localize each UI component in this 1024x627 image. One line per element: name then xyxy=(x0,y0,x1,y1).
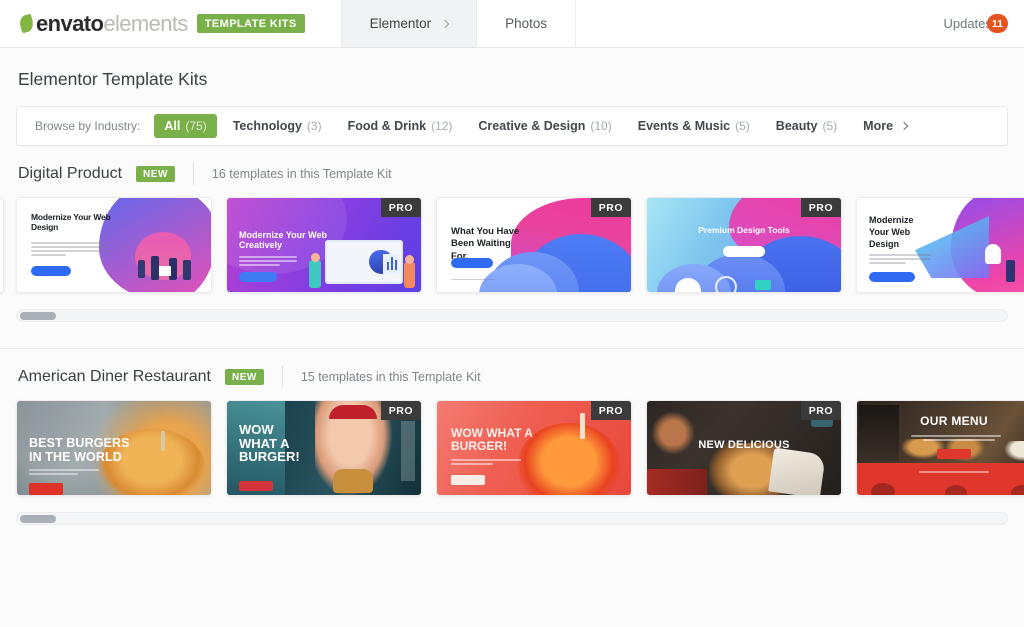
filter-chip-beauty-count: (5) xyxy=(822,119,838,133)
updates-link[interactable]: Updates xyxy=(943,16,991,31)
brand-logo[interactable]: envato elements TEMPLATE KITS xyxy=(0,0,319,47)
pro-badge: PRO xyxy=(380,198,421,217)
filter-chip-food-drink-count: (12) xyxy=(431,119,453,133)
filter-chip-events-music[interactable]: Events & Music (5) xyxy=(628,114,760,138)
pro-badge: PRO xyxy=(800,198,841,217)
filter-chip-technology-count: (3) xyxy=(306,119,322,133)
filter-intro-label: Browse by Industry: xyxy=(35,119,141,133)
template-heading: OUR MENU xyxy=(920,414,988,428)
industry-filter-bar: Browse by Industry: All (75) Technology … xyxy=(16,106,1008,146)
brand-envato-text: envato xyxy=(36,10,104,36)
filter-chip-technology-label: Technology xyxy=(232,119,302,133)
card-row-american-diner: BEST BURGERS IN THE WORLD PRO WOW WHAT A… xyxy=(0,400,1024,496)
filter-chip-food-drink-label: Food & Drink xyxy=(347,119,427,133)
divider xyxy=(281,366,283,388)
template-heading: Modernize Your Web Design xyxy=(869,215,914,250)
filter-chip-more-label: More xyxy=(863,119,894,133)
updates-count-badge: 11 xyxy=(986,14,1008,33)
template-kits-page: envato elements TEMPLATE KITS Elementor … xyxy=(0,0,1024,627)
brand-elements-text: elements xyxy=(103,10,188,36)
section-title: Digital Product xyxy=(18,165,123,182)
template-card[interactable]: Modernize Your Web Design xyxy=(16,197,212,293)
template-heading: WOW WHAT A BURGER! xyxy=(451,426,533,454)
filter-chip-creative-design-count: (10) xyxy=(590,119,612,133)
template-kits-badge: TEMPLATE KITS xyxy=(196,14,305,33)
template-heading: Modernize Your Web Design xyxy=(31,212,111,232)
scrollbar-thumb[interactable] xyxy=(20,312,56,320)
filter-chip-all-label: All xyxy=(164,119,181,133)
filter-chip-events-music-count: (5) xyxy=(735,119,750,133)
template-card[interactable]: BEST BURGERS IN THE WORLD xyxy=(16,400,212,496)
section-template-count: 15 templates in this Template Kit xyxy=(300,370,481,384)
template-heading: BEST BURGERS IN THE WORLD xyxy=(29,436,130,464)
chevron-right-icon xyxy=(440,19,450,28)
template-heading: Modernize Your Web Creatively xyxy=(239,230,328,251)
template-thumbnail: OUR MENU xyxy=(857,401,1024,495)
filter-chip-beauty-label: Beauty xyxy=(775,119,818,133)
filter-chip-technology[interactable]: Technology (3) xyxy=(223,114,332,138)
header-tabs: Elementor Photos xyxy=(340,0,577,47)
pro-badge: PRO xyxy=(590,401,631,420)
section-title: American Diner Restaurant xyxy=(18,368,211,385)
template-heading: NEW DELICIOUS xyxy=(698,439,790,451)
scrollbar-thumb[interactable] xyxy=(20,515,56,523)
horizontal-scrollbar-american-diner[interactable] xyxy=(16,512,1008,525)
tab-elementor[interactable]: Elementor xyxy=(340,0,478,47)
filter-chip-food-drink[interactable]: Food & Drink (12) xyxy=(338,114,463,138)
template-heading: Premium Design Tools xyxy=(698,225,790,235)
divider xyxy=(192,163,194,185)
tab-photos[interactable]: Photos xyxy=(477,0,577,47)
partial-card-left[interactable] xyxy=(0,197,4,293)
chevron-right-icon xyxy=(899,121,909,131)
section-header: American Diner Restaurant NEW 15 templat… xyxy=(0,349,1024,388)
app-header: envato elements TEMPLATE KITS Elementor … xyxy=(0,0,1024,48)
new-badge: NEW xyxy=(224,369,264,385)
template-card[interactable]: Modernize Your Web Design xyxy=(856,197,1024,293)
header-right: Updates 11 xyxy=(943,0,1024,47)
section-digital-product: Digital Product NEW 16 templates in this… xyxy=(0,146,1024,349)
pro-badge: PRO xyxy=(590,198,631,217)
filter-chip-creative-design[interactable]: Creative & Design (10) xyxy=(468,114,621,138)
template-heading: WOW WHAT A BURGER! xyxy=(239,422,300,465)
page-title: Elementor Template Kits xyxy=(18,69,208,89)
section-template-count: 16 templates in this Template Kit xyxy=(211,167,392,181)
template-card[interactable]: PRO NEW DELICIOUS xyxy=(646,400,842,496)
card-row-digital-product: Modernize Your Web Design PRO Modernize … xyxy=(0,197,1024,293)
template-card[interactable]: PRO WOW WHAT A BURGER! xyxy=(226,400,422,496)
pro-badge: PRO xyxy=(380,401,421,420)
new-badge: NEW xyxy=(136,166,175,182)
template-card[interactable]: OUR MENU xyxy=(856,400,1024,496)
template-card[interactable]: PRO WOW WHAT A BURGER! xyxy=(436,400,632,496)
filter-chip-events-music-label: Events & Music xyxy=(637,119,731,133)
cards-track: Modernize Your Web Design PRO Modernize … xyxy=(16,197,1024,293)
filter-bar-wrap: Browse by Industry: All (75) Technology … xyxy=(0,90,1024,146)
horizontal-scrollbar-digital-product[interactable] xyxy=(16,309,1008,322)
template-card[interactable]: PRO What You Have Been Waiting For. xyxy=(436,197,632,293)
envato-leaf-icon xyxy=(18,13,35,34)
section-header: Digital Product NEW 16 templates in this… xyxy=(0,146,1024,185)
template-thumbnail: Modernize Your Web Design xyxy=(17,198,211,292)
tab-photos-label: Photos xyxy=(505,16,548,31)
filter-chip-all-count: (75) xyxy=(185,119,207,133)
tab-elementor-label: Elementor xyxy=(369,16,432,31)
filter-chip-more[interactable]: More xyxy=(853,114,917,138)
template-card[interactable]: PRO Premium Design Tools xyxy=(646,197,842,293)
template-thumbnail: BEST BURGERS IN THE WORLD xyxy=(17,401,211,495)
cards-track: BEST BURGERS IN THE WORLD PRO WOW WHAT A… xyxy=(16,400,1024,496)
filter-chip-creative-design-label: Creative & Design xyxy=(478,119,586,133)
template-thumbnail: Modernize Your Web Design xyxy=(857,198,1024,292)
pro-badge: PRO xyxy=(800,401,841,420)
section-american-diner-restaurant: American Diner Restaurant NEW 15 templat… xyxy=(0,349,1024,525)
template-card[interactable]: PRO Modernize Your Web Creatively xyxy=(226,197,422,293)
filter-chip-beauty[interactable]: Beauty (5) xyxy=(766,114,847,138)
filter-chip-all[interactable]: All (75) xyxy=(154,114,217,138)
